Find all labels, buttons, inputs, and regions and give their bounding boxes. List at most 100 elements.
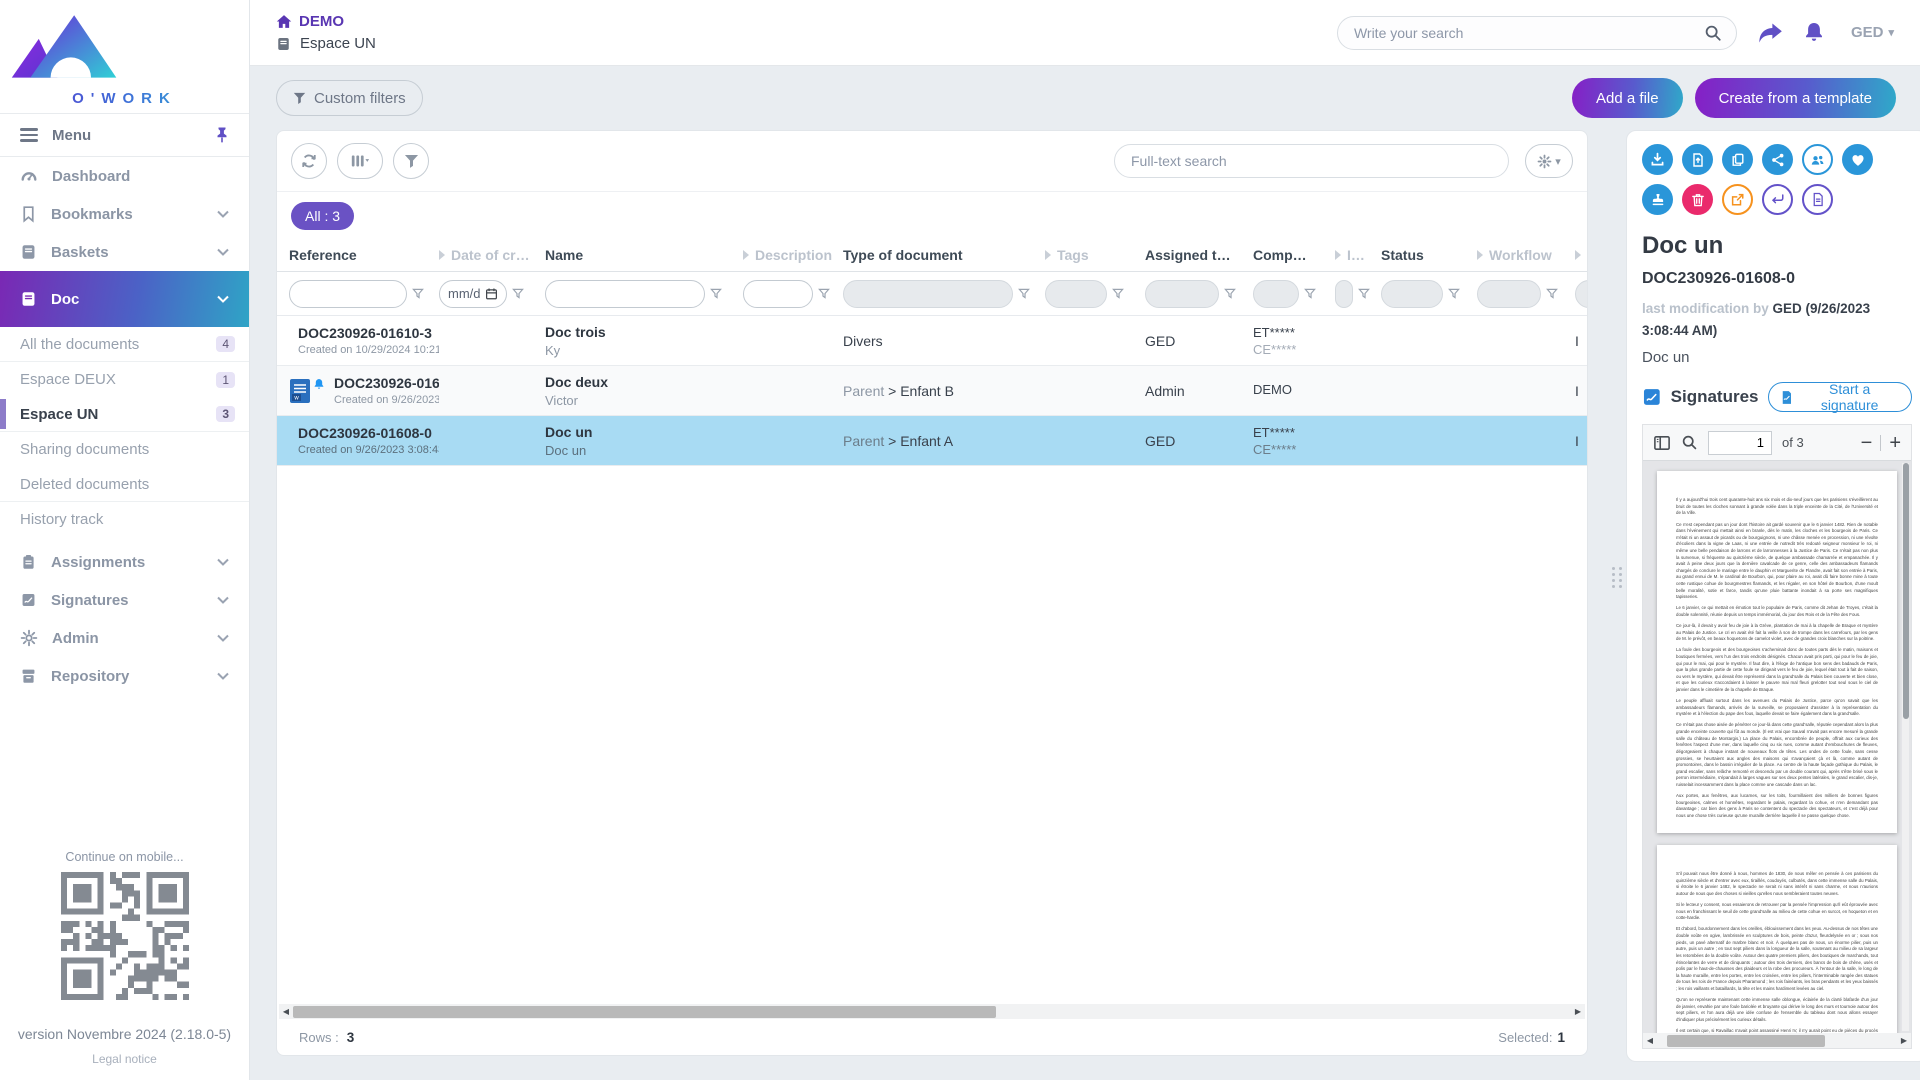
sidebar-item-bookmarks[interactable]: Bookmarks <box>0 195 249 233</box>
filter-description-input[interactable] <box>743 280 813 308</box>
filter-button[interactable] <box>393 143 429 179</box>
funnel-icon[interactable] <box>818 288 830 300</box>
sidebar-item-signatures[interactable]: Signatures <box>0 581 249 619</box>
column-header-assigned[interactable]: Assigned t… <box>1145 247 1253 263</box>
column-header-i[interactable]: I… <box>1335 247 1381 263</box>
funnel-icon[interactable] <box>1546 288 1558 300</box>
panel-resize-handle[interactable] <box>1612 567 1623 588</box>
filter-assigned-input[interactable] <box>1145 280 1219 308</box>
filter-date-input[interactable]: mm/d <box>439 280 507 308</box>
sidebar-item-admin[interactable]: Admin <box>0 619 249 657</box>
column-header-workflow[interactable]: Workflow <box>1477 247 1575 263</box>
filter-tags-input[interactable] <box>1045 280 1107 308</box>
sidebar-item-dashboard[interactable]: Dashboard <box>0 157 249 195</box>
fulltext-search-input[interactable] <box>1114 144 1509 178</box>
sidebar-item-doc[interactable]: Doc <box>0 271 249 327</box>
start-signature-button[interactable]: Start a signature <box>1768 382 1913 412</box>
funnel-icon[interactable] <box>1224 288 1236 300</box>
zoom-out-button[interactable]: − <box>1861 433 1873 453</box>
stamp-button[interactable] <box>1642 184 1673 215</box>
favorite-button[interactable] <box>1842 144 1873 175</box>
sidebar-item-repository[interactable]: Repository <box>0 657 249 695</box>
column-header-description[interactable]: Description <box>743 247 843 263</box>
pdf-page-input[interactable] <box>1708 431 1772 455</box>
filter-reference-input[interactable] <box>289 280 407 308</box>
funnel-icon[interactable] <box>1112 288 1124 300</box>
column-header-name[interactable]: Name <box>545 247 743 263</box>
users-button[interactable] <box>1802 144 1833 175</box>
pin-icon[interactable] <box>215 127 229 143</box>
sidebar-item-assignments[interactable]: Assignments <box>0 543 249 581</box>
filter-y-input[interactable] <box>1575 280 1587 308</box>
share-icon[interactable] <box>1757 22 1783 44</box>
export-file-button[interactable] <box>1682 144 1713 175</box>
pdf-pages-area[interactable]: Il y a aujourd'hui trois cent quarante-h… <box>1643 461 1911 1033</box>
refresh-button[interactable] <box>291 143 327 179</box>
legal-notice-link[interactable]: Legal notice <box>0 1052 249 1066</box>
table-row-selected[interactable]: DOC230926-01608-0 Created on 9/26/2023 3… <box>277 416 1587 466</box>
column-header-type[interactable]: Type of document <box>843 247 1045 263</box>
search-icon[interactable] <box>1704 24 1722 42</box>
column-header-reference[interactable]: Reference <box>289 247 439 263</box>
horizontal-scrollbar[interactable]: ◀ ▶ <box>279 1004 1585 1019</box>
scrollbar-thumb[interactable] <box>1667 1035 1825 1047</box>
scroll-right-arrow[interactable]: ▶ <box>1897 1033 1911 1048</box>
filter-workflow-input[interactable] <box>1477 280 1541 308</box>
filter-type-input[interactable] <box>843 280 1013 308</box>
scrollbar-thumb[interactable] <box>293 1006 996 1018</box>
column-header-date[interactable]: Date of cr… <box>439 247 545 263</box>
pdf-vertical-scrollbar[interactable] <box>1902 463 1909 1031</box>
scroll-left-arrow[interactable]: ◀ <box>1643 1033 1657 1048</box>
global-search-input[interactable] <box>1352 24 1704 42</box>
sidebar-item-baskets[interactable]: Baskets <box>0 233 249 271</box>
pdf-horizontal-scrollbar[interactable]: ◀ ▶ <box>1643 1033 1911 1048</box>
copy-button[interactable] <box>1722 144 1753 175</box>
filter-i-input[interactable] <box>1335 280 1353 308</box>
sidebar-item-espace-un[interactable]: Espace UN 3 <box>0 397 249 432</box>
document-properties-button[interactable] <box>1802 184 1833 215</box>
sidebar-item-sharing-documents[interactable]: Sharing documents <box>0 432 249 467</box>
notifications-bell-icon[interactable] <box>1803 21 1825 45</box>
user-menu[interactable]: GED ▾ <box>1851 24 1894 41</box>
tab-all[interactable]: All : 3 <box>291 202 354 230</box>
scrollbar-thumb[interactable] <box>1903 463 1909 719</box>
filter-name-input[interactable] <box>545 280 705 308</box>
column-header-company[interactable]: Comp… <box>1253 247 1335 263</box>
table-row[interactable]: DOC230926-01610-3 Created on 10/29/2024 … <box>277 316 1587 366</box>
funnel-icon[interactable] <box>412 288 424 300</box>
table-row[interactable]: w DOC230926-01609-0 Created on 9/26/2023… <box>277 366 1587 416</box>
create-template-button[interactable]: Create from a template <box>1695 78 1896 118</box>
scroll-left-arrow[interactable]: ◀ <box>279 1004 293 1019</box>
download-button[interactable] <box>1642 144 1673 175</box>
breadcrumb-space[interactable]: Espace UN <box>276 35 376 52</box>
sidebar-item-deleted-documents[interactable]: Deleted documents <box>0 467 249 502</box>
funnel-icon[interactable] <box>1358 288 1370 300</box>
pdf-search-icon[interactable] <box>1681 434 1698 451</box>
columns-button[interactable] <box>337 143 383 179</box>
add-file-button[interactable]: Add a file <box>1572 78 1683 118</box>
zoom-in-button[interactable]: + <box>1889 433 1901 453</box>
return-button[interactable] <box>1762 184 1793 215</box>
sidebar-item-all-documents[interactable]: All the documents 4 <box>0 327 249 362</box>
funnel-icon[interactable] <box>512 288 524 300</box>
column-header-y[interactable]: Y… <box>1575 247 1587 263</box>
open-external-button[interactable] <box>1722 184 1753 215</box>
funnel-icon[interactable] <box>710 288 722 300</box>
list-settings-button[interactable]: ▾ <box>1525 144 1573 178</box>
funnel-icon[interactable] <box>1448 288 1460 300</box>
menu-toggle[interactable]: Menu <box>0 113 249 157</box>
filter-company-input[interactable] <box>1253 280 1299 308</box>
sidebar-item-espace-deux[interactable]: Espace DEUX 1 <box>0 362 249 397</box>
pdf-sidebar-toggle-icon[interactable] <box>1653 435 1671 451</box>
filter-status-input[interactable] <box>1381 280 1443 308</box>
sidebar-item-history-track[interactable]: History track <box>0 502 249 537</box>
column-header-tags[interactable]: Tags <box>1045 247 1145 263</box>
share-nodes-button[interactable] <box>1762 144 1793 175</box>
funnel-icon[interactable] <box>1018 288 1030 300</box>
scroll-right-arrow[interactable]: ▶ <box>1571 1004 1585 1019</box>
funnel-icon[interactable] <box>1304 288 1316 300</box>
breadcrumb-home[interactable]: DEMO <box>276 13 376 30</box>
column-header-status[interactable]: Status <box>1381 247 1477 263</box>
delete-button[interactable] <box>1682 184 1713 215</box>
custom-filters-button[interactable]: Custom filters <box>276 80 423 116</box>
